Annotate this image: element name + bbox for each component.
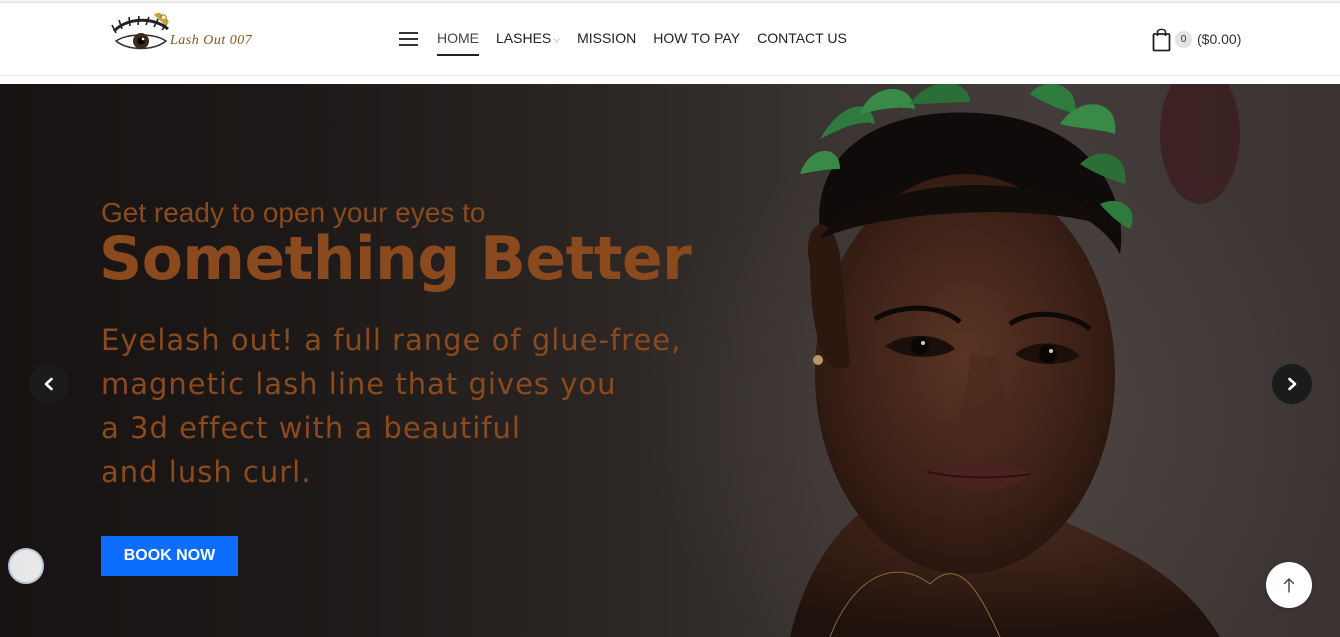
- nav-item-home[interactable]: HOME: [437, 29, 479, 56]
- shopping-bag-icon: [1152, 26, 1171, 52]
- chevron-down-icon: ⌵: [553, 34, 561, 44]
- nav-item-mission[interactable]: MISSION: [577, 29, 636, 55]
- cart-count-badge: 0: [1175, 30, 1192, 48]
- cart-total: ($0.00): [1197, 31, 1242, 47]
- hero-model-image: [700, 84, 1340, 637]
- hero-description-line: Eyelash out! a full range of glue-free,: [101, 323, 682, 357]
- hero-description-line: magnetic lash line that gives you: [101, 367, 617, 401]
- main-nav: HOME LASHES ⌵ MISSION HOW TO PAY CONTACT …: [437, 29, 864, 56]
- chevron-left-icon: [44, 377, 53, 391]
- slider-next-button[interactable]: [1272, 364, 1312, 404]
- book-now-button[interactable]: BOOK NOW: [101, 536, 238, 576]
- logo-text: Lash Out 007: [170, 33, 253, 48]
- nav-item-lashes-label: LASHES: [496, 30, 552, 46]
- hero-title: Something Better: [99, 224, 692, 294]
- slider-prev-button[interactable]: [29, 364, 69, 404]
- menu-toggle-icon[interactable]: [399, 32, 419, 46]
- hero-description-line: and lush curl.: [101, 455, 312, 489]
- cart-link[interactable]: 0 ($0.00): [1152, 25, 1241, 53]
- hero-description: Eyelash out! a full range of glue-free, …: [101, 318, 681, 494]
- hero-slider: Get ready to open your eyes to Something…: [0, 84, 1340, 637]
- site-header: Lash Out 007 HOME LASHES ⌵ MISSION HOW TO…: [0, 3, 1340, 76]
- scroll-to-top-button[interactable]: [1266, 562, 1312, 608]
- nav-item-lashes[interactable]: LASHES ⌵: [496, 29, 560, 55]
- chat-widget-icon[interactable]: [8, 548, 44, 584]
- nav-item-contact-us[interactable]: CONTACT US: [757, 29, 847, 55]
- site-logo[interactable]: Lash Out 007: [108, 11, 268, 63]
- hero-description-line: a 3d effect with a beautiful: [101, 411, 521, 445]
- nav-item-how-to-pay[interactable]: HOW TO PAY: [653, 29, 740, 55]
- chevron-right-icon: [1288, 377, 1297, 391]
- arrow-up-icon: [1283, 578, 1295, 593]
